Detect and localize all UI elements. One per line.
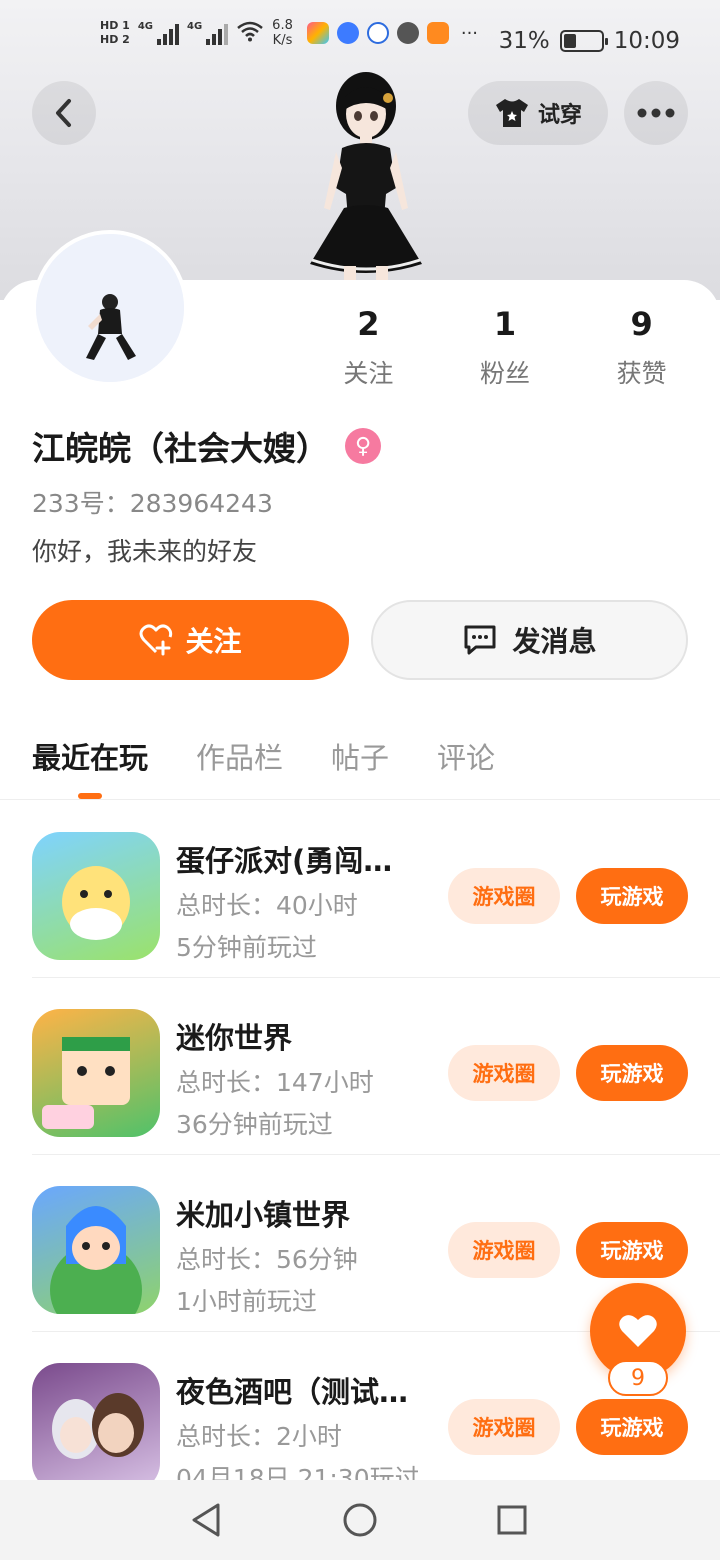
game-last-played: 36分钟前玩过 [176,1110,333,1139]
tab-comments[interactable]: 评论 [437,735,495,799]
nav-back-button[interactable] [186,1500,226,1540]
followers-count: 1 [493,305,517,343]
battery-percent: 31% [498,28,550,54]
play-game-button[interactable]: 玩游戏 [576,1222,688,1278]
battery-icon [559,30,608,52]
following-label: 关注 [343,359,394,388]
network-type-1: 4G [137,21,153,32]
likes-count: 9 [630,305,653,343]
likes-label: 获赞 [616,359,667,388]
game-icon[interactable] [32,1363,160,1480]
tab-works[interactable]: 作品栏 [196,735,283,799]
like-count-badge: 9 [608,1360,668,1396]
profile-tabs: 最近在玩 作品栏 帖子 评论 [32,735,495,799]
chevron-left-icon [56,99,71,127]
nav-recents-button[interactable] [492,1500,532,1540]
follow-button[interactable]: 关注 [32,600,349,680]
tshirt-icon [495,99,528,127]
stat-likes[interactable]: 9 获赞 [573,306,710,390]
avatar-image [36,234,184,382]
more-dots-icon [637,108,675,118]
user-id: 233号：283964243 [32,489,273,518]
user-bio: 你好，我未来的好友 [32,537,258,566]
followers-label: 粉丝 [480,359,531,388]
game-title: 迷你世界 [176,1021,293,1055]
wifi-icon [236,20,264,47]
try-on-button[interactable]: 试穿 [468,81,608,145]
system-nav-bar [0,1480,720,1560]
game-circle-button[interactable]: 游戏圈 [448,868,560,924]
music-icon [336,22,359,44]
network-type-2: 4G [187,21,203,32]
list-item[interactable]: 蛋仔派对(勇闯… 总时长：40小时 5分钟前玩过 游戏圈 玩游戏 [0,800,720,977]
clock: 10:09 [613,28,680,54]
name-row: 江皖皖（社会大嫂） ♀ [32,422,381,470]
game-circle-button[interactable]: 游戏圈 [448,1045,560,1101]
tab-recent-play[interactable]: 最近在玩 [32,735,148,799]
signal-icon: 4G [138,21,179,45]
tab-posts[interactable]: 帖子 [331,735,389,799]
circle-home-icon [343,1503,377,1537]
game-duration: 总时长：40小时 [176,891,358,920]
game-duration: 总时长：2小时 [176,1422,342,1451]
play-game-button[interactable]: 玩游戏 [576,1399,688,1455]
app-icon-1 [306,22,329,44]
play-game-button[interactable]: 玩游戏 [576,1045,688,1101]
game-icon[interactable] [32,1186,160,1314]
female-icon: ♀ [345,428,381,464]
game-circle-button[interactable]: 游戏圈 [448,1222,560,1278]
wechat-icon [396,22,419,44]
stat-following[interactable]: 2 关注 [300,306,437,390]
game-last-played: 04月18日 21:30玩过 [176,1464,420,1480]
game-circle-button[interactable]: 游戏圈 [448,1399,560,1455]
heart-icon [619,1315,657,1347]
chat-bubble-icon [464,625,496,655]
message-button[interactable]: 发消息 [371,600,688,680]
heart-plus-icon [139,624,173,656]
avatar-3d-figure[interactable] [290,68,440,284]
user-name: 江皖皖（社会大嫂） [32,429,329,468]
follow-label: 关注 [185,625,242,658]
more-button[interactable] [624,81,688,145]
hd2-label: HD 2 [100,33,130,46]
iplay-icon [366,22,389,44]
signal-icon-2: 4G [187,21,229,45]
square-recents-icon [497,1505,527,1535]
hd1-label: HD 1 [100,19,130,32]
try-on-label: 试穿 [537,103,582,128]
user-avatar[interactable] [32,230,188,386]
game-icon[interactable] [32,1009,160,1137]
hd-indicator: HD 1 HD 2 [100,19,130,47]
game-last-played: 1小时前玩过 [176,1287,317,1316]
game-duration: 总时长：56分钟 [176,1245,358,1274]
stat-followers[interactable]: 1 粉丝 [437,306,574,390]
more-notifications: ··· [460,22,479,44]
game-title: 夜色酒吧（测试… [176,1375,409,1409]
video-icon [426,22,449,44]
game-duration: 总时长：147小时 [176,1068,374,1097]
notification-app-icons [306,22,449,44]
network-speed: 6.8 K/s [272,18,293,48]
game-title: 米加小镇世界 [176,1198,351,1232]
triangle-back-icon [192,1503,220,1537]
list-item[interactable]: 迷你世界 总时长：147小时 36分钟前玩过 游戏圈 玩游戏 [0,977,720,1154]
message-label: 发消息 [512,625,597,658]
game-title: 蛋仔派对(勇闯… [176,844,393,878]
profile-stats: 2 关注 1 粉丝 9 获赞 [300,306,710,390]
following-count: 2 [357,305,380,343]
play-game-button[interactable]: 玩游戏 [576,868,688,924]
game-icon[interactable] [32,832,160,960]
nav-home-button[interactable] [340,1500,380,1540]
game-last-played: 5分钟前玩过 [176,933,317,962]
back-button[interactable] [32,81,96,145]
